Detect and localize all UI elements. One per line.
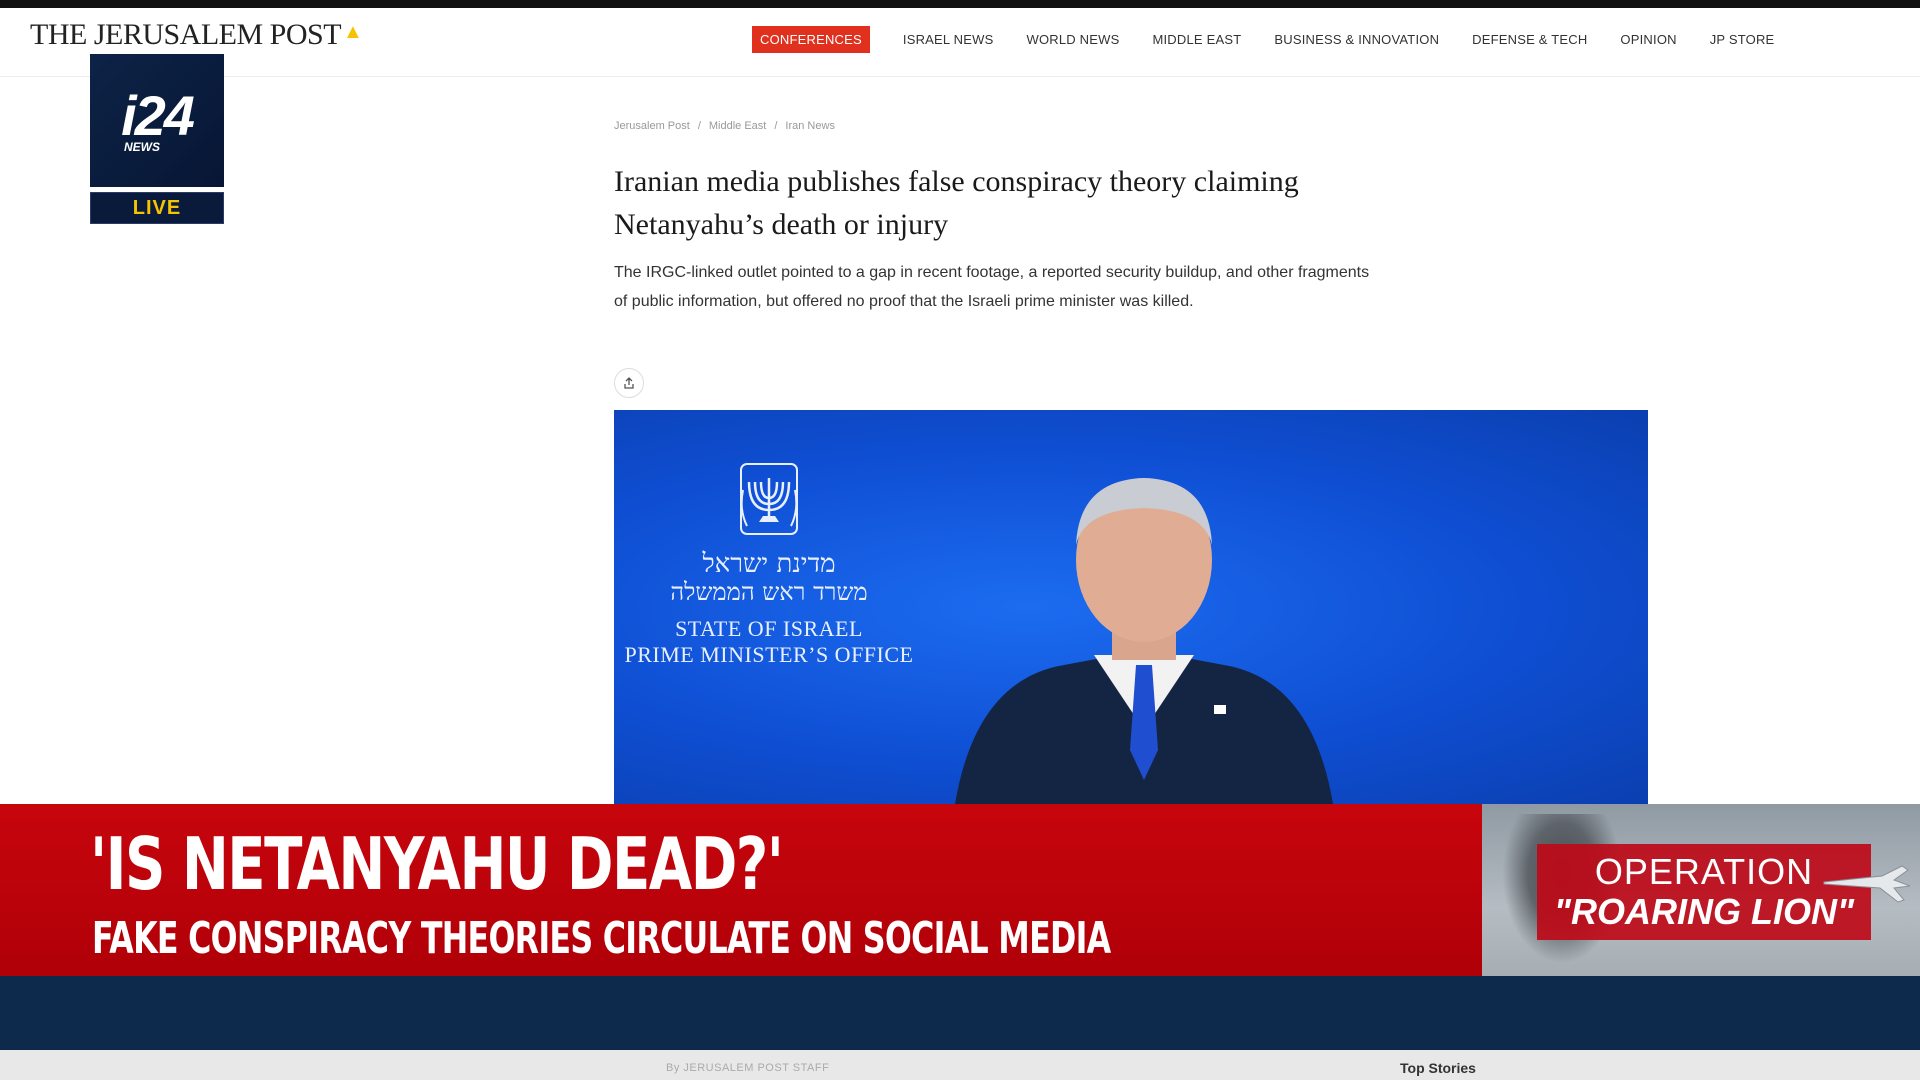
- emblem-hebrew-line2: משרד ראש הממשלה: [670, 578, 868, 606]
- live-badge: LIVE: [90, 192, 224, 224]
- nav-jp-store[interactable]: JP STORE: [1710, 26, 1775, 53]
- emblem-english-line1: STATE OF ISRAEL: [675, 616, 863, 641]
- mouse-cursor-icon: ▲: [343, 21, 363, 43]
- site-logo[interactable]: THE JERUSALEM POST ▲: [30, 18, 363, 52]
- pmo-emblem: מדינת ישראל משרד ראש הממשלה STATE OF ISR…: [614, 460, 924, 668]
- menorah-icon: [740, 463, 798, 535]
- breadcrumb: Jerusalem Post / Middle East / Iran News: [614, 120, 835, 132]
- fighter-jet-icon: [1823, 865, 1911, 903]
- operation-graphic: OPERATION "ROARING LION": [1482, 804, 1920, 976]
- breadcrumb-item[interactable]: Jerusalem Post: [614, 120, 690, 132]
- article-byline: By JERUSALEM POST STAFF: [666, 1062, 830, 1074]
- breadcrumb-item[interactable]: Iran News: [785, 120, 835, 132]
- nav-world-news[interactable]: WORLD NEWS: [1026, 26, 1119, 53]
- operation-line2: "ROARING LION": [1553, 891, 1855, 932]
- i24-channel-logo: i24 NEWS LIVE: [90, 54, 224, 224]
- operation-label: OPERATION "ROARING LION": [1537, 844, 1871, 940]
- nav-conferences[interactable]: CONFERENCES: [752, 25, 870, 53]
- nav-opinion[interactable]: OPINION: [1620, 26, 1676, 53]
- nav-middle-east[interactable]: MIDDLE EAST: [1152, 26, 1241, 53]
- i24-logo-mark: i24: [121, 83, 195, 147]
- top-strip: [0, 0, 1920, 8]
- site-header: THE JERUSALEM POST ▲ CONFERENCES ISRAEL N…: [0, 8, 1920, 77]
- i24-logo-sub: NEWS: [124, 139, 160, 154]
- share-button[interactable]: [614, 368, 644, 398]
- share-icon: [624, 377, 634, 389]
- lower-third-banner: 'IS NETANYAHU DEAD?' FAKE CONSPIRACY THE…: [0, 804, 1482, 976]
- main-nav: CONFERENCES ISRAEL NEWS WORLD NEWS MIDDL…: [752, 25, 1807, 53]
- breadcrumb-item[interactable]: Middle East: [709, 120, 766, 132]
- speaker-figure: [955, 478, 1333, 804]
- nav-business-innovation[interactable]: BUSINESS & INNOVATION: [1274, 26, 1439, 53]
- page-footer-strip: By JERUSALEM POST STAFF Top Stories: [0, 1050, 1920, 1080]
- nav-israel-news[interactable]: ISRAEL NEWS: [903, 26, 994, 53]
- top-stories-heading[interactable]: Top Stories: [1400, 1060, 1476, 1076]
- article-hero-image: מדינת ישראל משרד ראש הממשלה STATE OF ISR…: [614, 410, 1648, 804]
- operation-line1: OPERATION: [1594, 851, 1814, 892]
- emblem-hebrew-line1: מדינת ישראל: [702, 549, 836, 579]
- nav-defense-tech[interactable]: DEFENSE & TECH: [1472, 26, 1587, 53]
- ticker-bar: [0, 976, 1920, 1050]
- lower-third-title: 'IS NETANYAHU DEAD?': [90, 822, 784, 906]
- lower-third-subtitle: FAKE CONSPIRACY THEORIES CIRCULATE ON SO…: [92, 913, 1111, 964]
- i24-logo-box: i24 NEWS: [90, 54, 224, 187]
- emblem-english-line2: PRIME MINISTER’S OFFICE: [624, 642, 914, 667]
- article-subhead: The IRGC-linked outlet pointed to a gap …: [614, 264, 1370, 310]
- article-headline: Iranian media publishes false conspiracy…: [614, 165, 1299, 241]
